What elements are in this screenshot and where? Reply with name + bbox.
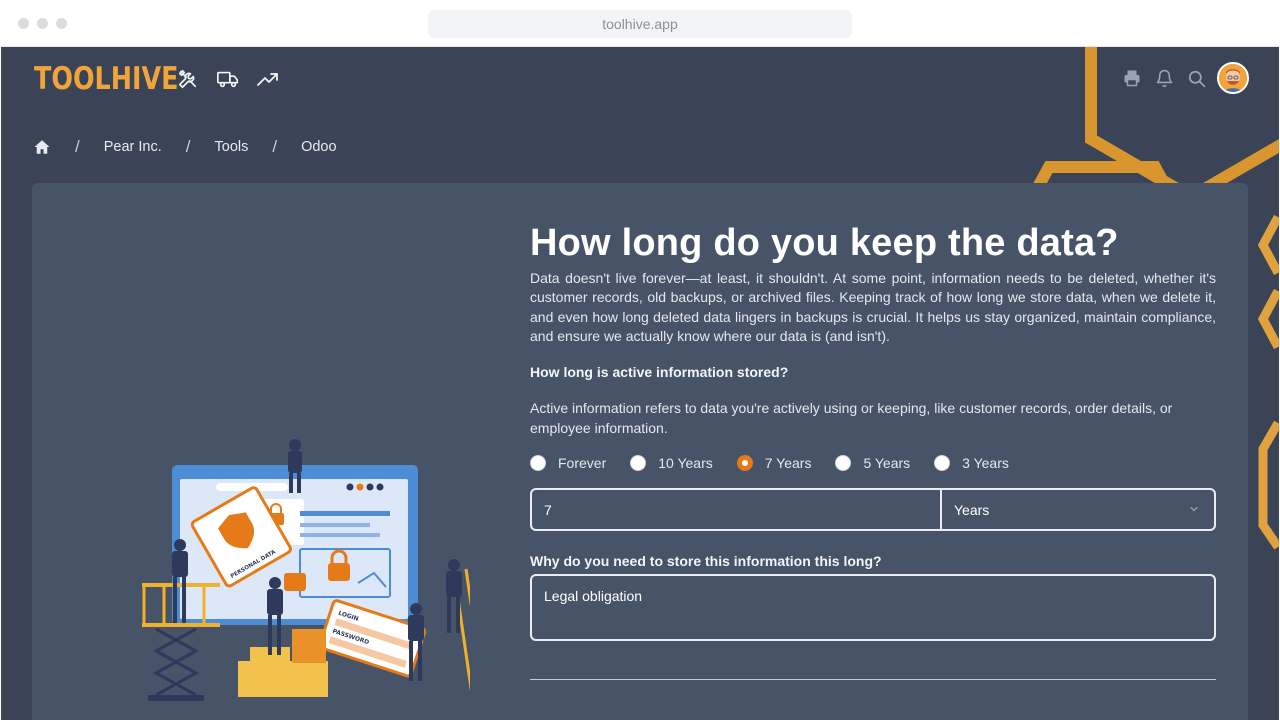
duration-unit-value: Years — [954, 501, 990, 518]
search-icon[interactable] — [1185, 67, 1207, 89]
tools-icon[interactable] — [176, 67, 200, 91]
header-actions — [1121, 62, 1249, 94]
breadcrumb-item-tools[interactable]: Tools — [215, 139, 249, 155]
option-5-years[interactable]: 5 Years — [835, 455, 910, 472]
breadcrumb-separator: / — [185, 137, 191, 156]
page-title: How long do you keep the data? — [530, 222, 1119, 264]
radio-button[interactable] — [530, 455, 546, 472]
reason-label: Why do you need to store this informatio… — [530, 553, 882, 570]
question-description: Active information refers to data you're… — [530, 400, 1173, 437]
content-card: PERSONAL DATA LOGIN PASSWORD How long do… — [32, 183, 1248, 720]
breadcrumb-separator: / — [75, 137, 80, 156]
duration-unit-select[interactable]: Years — [942, 490, 1214, 529]
question-panel: How long do you keep the data? Data does… — [530, 221, 1216, 681]
browser-chrome: toolhive.app — [0, 0, 1280, 47]
window-controls — [18, 18, 67, 29]
option-forever[interactable]: Forever — [530, 455, 606, 472]
trending-icon[interactable] — [256, 67, 280, 91]
breadcrumb-item-tool[interactable]: Odoo — [301, 139, 336, 155]
app-window: TOOLHIVE / Pear Inc. / Tools / Odoo PERS… — [1, 47, 1279, 720]
toolhive-logo[interactable]: TOOLHIVE — [34, 61, 179, 97]
home-icon[interactable] — [33, 138, 51, 156]
duration-group: Years — [530, 488, 1216, 532]
url-bar[interactable]: toolhive.app — [428, 10, 852, 38]
main-nav — [176, 67, 280, 91]
retention-options: Forever 10 Years 7 Years 5 Years 3 Years — [530, 455, 1216, 472]
intro-text: Data doesn't live forever—at least, it s… — [530, 270, 1216, 344]
question-label: How long is active information stored? — [530, 364, 789, 381]
bell-icon[interactable] — [1153, 67, 1175, 89]
reason-textarea[interactable]: Legal obligation — [530, 574, 1216, 642]
option-3-years[interactable]: 3 Years — [934, 455, 1009, 472]
avatar[interactable] — [1217, 62, 1249, 94]
option-10-years[interactable]: 10 Years — [630, 455, 713, 472]
data-security-illustration: PERSONAL DATA LOGIN PASSWORD — [142, 439, 470, 701]
radio-button-selected[interactable] — [736, 455, 753, 472]
breadcrumb: / Pear Inc. / Tools / Odoo — [33, 137, 337, 157]
truck-icon[interactable] — [216, 67, 240, 91]
option-7-years[interactable]: 7 Years — [736, 455, 811, 472]
radio-button[interactable] — [835, 455, 852, 472]
duration-value-input[interactable] — [532, 490, 942, 530]
printer-icon[interactable] — [1121, 67, 1143, 89]
chevron-down-icon — [1188, 502, 1200, 518]
section-divider — [530, 679, 1216, 681]
radio-button[interactable] — [934, 455, 951, 472]
breadcrumb-item-company[interactable]: Pear Inc. — [104, 139, 162, 155]
radio-button[interactable] — [630, 455, 647, 472]
breadcrumb-separator: / — [272, 137, 278, 156]
